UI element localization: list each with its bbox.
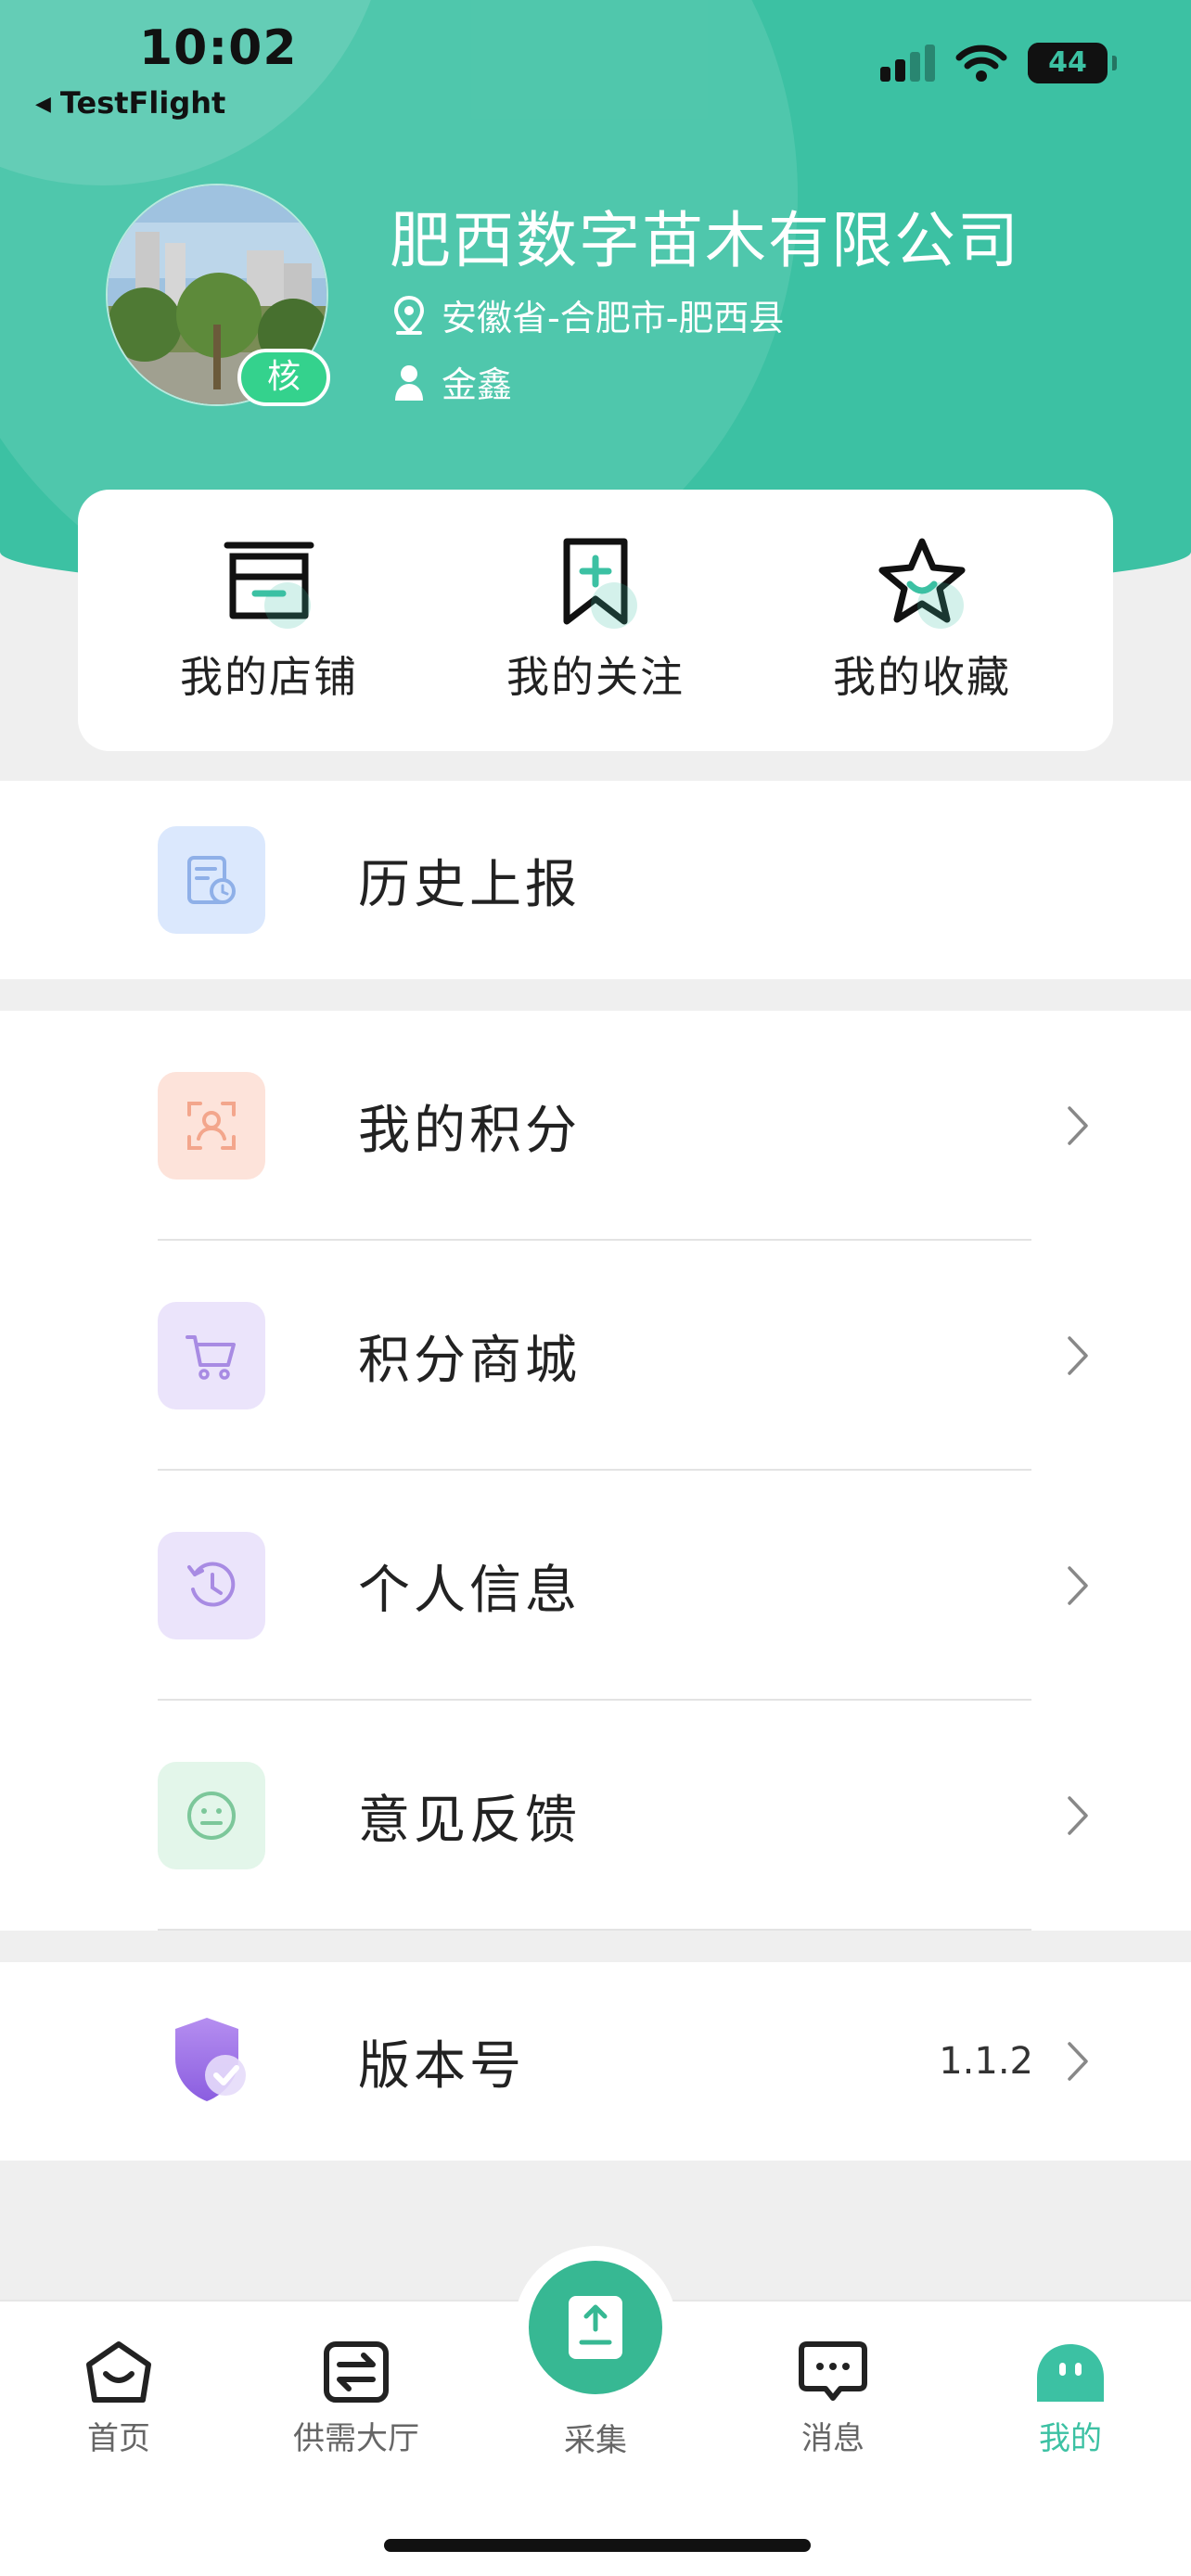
exchange-icon [324, 2341, 389, 2403]
quick-action-label: 我的收藏 [833, 652, 1011, 702]
tab-messages[interactable]: 消息 [740, 2340, 926, 2458]
cellular-signal-icon [880, 45, 935, 82]
my-favorites-button[interactable]: 我的收藏 [801, 536, 1043, 705]
row-label: 个人信息 [358, 1560, 581, 1621]
menu-row-personal-info[interactable]: 个人信息 [0, 1471, 1191, 1701]
chat-icon [799, 2341, 867, 2401]
battery-level: 44 [1048, 46, 1087, 79]
version-section: 版本号 1.1.2 [0, 1962, 1191, 2161]
points-user-icon [187, 1102, 236, 1150]
tab-home[interactable]: 首页 [26, 2340, 211, 2458]
back-triangle-icon: ◀ [35, 93, 51, 116]
upload-doc-icon [569, 2296, 622, 2359]
person-name: 金鑫 [442, 364, 513, 405]
tab-mine[interactable]: 我的 [978, 2340, 1163, 2458]
back-to-app-link[interactable]: ◀ TestFlight [35, 85, 225, 121]
chevron-right-icon [1068, 1566, 1088, 1605]
chevron-right-icon [1068, 1106, 1088, 1145]
menu-row-feedback[interactable]: 意见反馈 [0, 1701, 1191, 1931]
person-icon [395, 364, 423, 401]
company-name: 肥西数字苗木有限公司 [390, 205, 1020, 276]
clock-history-icon [187, 1562, 236, 1607]
row-label: 版本号 [358, 2035, 525, 2097]
menu-section: 我的积分 积分商城 个人信息 意见反馈 [0, 1011, 1191, 1931]
home-icon [86, 2341, 151, 2403]
tab-label: 首页 [87, 2420, 150, 2457]
home-indicator [384, 2539, 811, 2552]
my-follow-button[interactable]: 我的关注 [475, 536, 716, 705]
row-label: 历史上报 [358, 854, 581, 915]
collect-fab[interactable] [514, 2246, 677, 2409]
menu-row-points-mall[interactable]: 积分商城 [0, 1241, 1191, 1471]
row-label: 我的积分 [358, 1100, 581, 1161]
status-icons: 44 [880, 43, 1117, 83]
collect-label: 采集 [564, 2422, 627, 2459]
status-time: 10:02 [139, 20, 298, 76]
smile-feedback-icon [187, 1792, 236, 1840]
verified-badge: 核 [237, 349, 330, 406]
version-value: 1.1.2 [939, 2040, 1033, 2083]
quick-action-label: 我的店铺 [180, 652, 358, 702]
chevron-right-icon [1068, 2042, 1088, 2081]
chevron-right-icon [1068, 1796, 1088, 1835]
tab-label: 供需大厅 [293, 2420, 419, 2457]
version-row[interactable]: 版本号 1.1.2 [0, 1962, 1191, 2161]
location-pin-icon [393, 295, 425, 335]
menu-row-points[interactable]: 我的积分 [0, 1011, 1191, 1241]
row-label: 积分商城 [358, 1330, 581, 1391]
quick-actions-card: 我的店铺 我的关注 我的收藏 [78, 490, 1113, 751]
back-app-label: TestFlight [59, 85, 226, 121]
cart-icon [186, 1335, 236, 1380]
location-text: 安徽省-合肥市-肥西县 [442, 298, 785, 338]
tab-label: 消息 [801, 2420, 864, 2457]
my-store-button[interactable]: 我的店铺 [148, 536, 390, 705]
history-report-row[interactable]: 历史上报 [0, 781, 1191, 979]
tab-label: 我的 [1039, 2420, 1102, 2457]
report-history-icon [187, 856, 236, 904]
battery-icon: 44 [1028, 43, 1117, 83]
location-row: 安徽省-合肥市-肥西县 [393, 289, 784, 340]
tab-supply-demand[interactable]: 供需大厅 [263, 2340, 449, 2458]
chevron-right-icon [1068, 1336, 1088, 1375]
shield-check-icon [175, 2018, 246, 2101]
profile-face-icon [1037, 2344, 1104, 2402]
row-label: 意见反馈 [358, 1790, 581, 1851]
history-report-section: 历史上报 [0, 781, 1191, 979]
person-row: 金鑫 [393, 356, 512, 407]
divider [158, 1929, 1031, 1931]
wifi-icon [955, 45, 1007, 82]
quick-action-label: 我的关注 [506, 652, 685, 702]
